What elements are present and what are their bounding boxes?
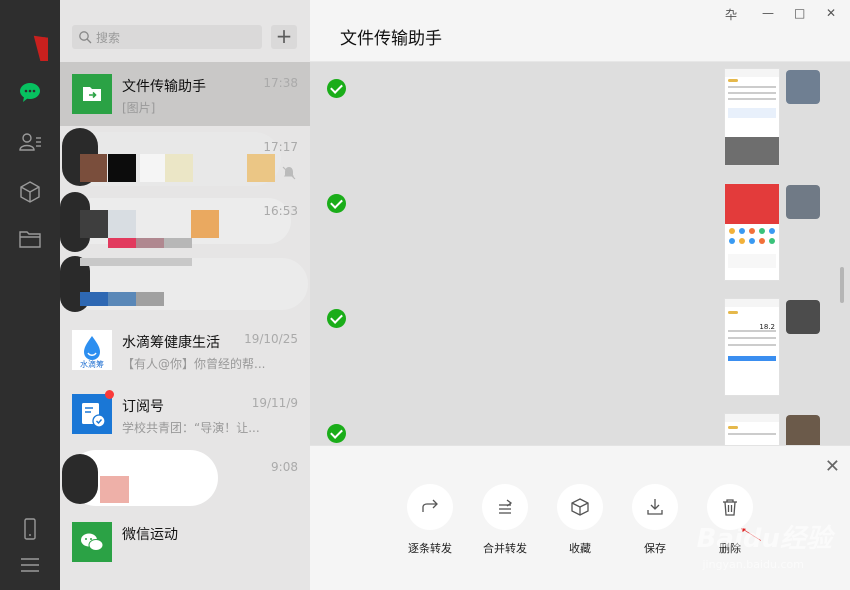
avatar[interactable] xyxy=(786,415,820,445)
chat-time: 19/10/25 xyxy=(244,332,298,346)
close-icon[interactable]: ✕ xyxy=(825,456,840,477)
avatar[interactable] xyxy=(12,25,48,61)
chat-name: 订阅号 xyxy=(122,399,164,415)
chat-name: 水滴筹健康生活 xyxy=(122,335,220,351)
search-placeholder: 搜索 xyxy=(96,31,121,45)
menu-icon[interactable] xyxy=(18,553,42,577)
search-icon xyxy=(79,31,92,44)
phone-icon[interactable] xyxy=(18,517,42,541)
avatar[interactable] xyxy=(786,70,820,104)
message-row[interactable] xyxy=(310,64,850,179)
chat-name: 文件传输助手 xyxy=(122,79,206,95)
favorite-label: 收藏 xyxy=(569,542,591,555)
selected-check-icon[interactable] xyxy=(327,309,346,328)
mute-icon xyxy=(282,166,296,180)
message-row[interactable]: 18.2 xyxy=(310,294,850,409)
search-input[interactable]: 搜索 xyxy=(72,25,262,49)
forward-one-icon xyxy=(407,484,453,530)
chat-preview: 【有人@你】你曾经的帮... xyxy=(122,357,266,371)
chat-item-blurred[interactable]: 17:17 xyxy=(60,126,310,190)
shuidichou-logo: 水滴筹 xyxy=(72,330,112,370)
watermark-brand: Baidu经验 xyxy=(696,524,832,554)
selected-check-icon[interactable] xyxy=(327,424,346,443)
chat-time: 16:53 xyxy=(263,204,298,218)
image-message[interactable] xyxy=(724,413,780,445)
chat-item-subscription[interactable]: 订阅号 19/11/9 学校共青团：“导演！让... xyxy=(60,382,310,446)
watermark-url: jingyan.baidu.com xyxy=(702,558,804,571)
unread-dot xyxy=(105,390,114,399)
avatar[interactable] xyxy=(786,300,820,334)
maximize-button[interactable]: □ xyxy=(794,6,805,20)
chat-preview: 学校共青团：“导演！让... xyxy=(122,421,260,435)
chat-header: 文件传输助手 卆 — □ ✕ xyxy=(310,0,850,62)
forward-one-by-one-button[interactable]: 逐条转发 xyxy=(400,484,460,556)
save-button[interactable]: 保存 xyxy=(625,484,685,556)
box-icon[interactable] xyxy=(18,180,42,204)
left-nav xyxy=(0,0,60,590)
chat-item-file-transfer[interactable]: 文件传输助手 17:38 [图片] xyxy=(60,62,310,126)
add-chat-button[interactable]: + xyxy=(271,25,297,49)
chat-name: 微信运动 xyxy=(122,527,178,543)
message-row[interactable] xyxy=(310,179,850,294)
page-title: 文件传输助手 xyxy=(340,29,442,49)
avatar[interactable] xyxy=(786,185,820,219)
scrollbar[interactable] xyxy=(840,267,844,303)
forward-merge-icon xyxy=(482,484,528,530)
favorite-button[interactable]: 收藏 xyxy=(550,484,610,556)
selected-check-icon[interactable] xyxy=(327,194,346,213)
chat-time: 17:17 xyxy=(263,140,298,154)
chat-item-blurred[interactable] xyxy=(60,254,310,318)
image-message[interactable]: 18.2 xyxy=(724,298,780,396)
chat-preview: [图片] xyxy=(122,101,156,115)
image-message[interactable] xyxy=(724,68,780,166)
contacts-icon[interactable] xyxy=(18,130,42,154)
chat-item-blurred[interactable]: 16:53 xyxy=(60,190,310,254)
save-icon xyxy=(632,484,678,530)
favorite-icon xyxy=(557,484,603,530)
shuidichou-logo-text: 水滴筹 xyxy=(80,360,104,369)
chat-time: 9:08 xyxy=(271,460,298,474)
chat-item-shuidichou[interactable]: 水滴筹 水滴筹健康生活 19/10/25 【有人@你】你曾经的帮... xyxy=(60,318,310,382)
chat-time: 17:38 xyxy=(263,76,298,90)
amount-value: 18.2 xyxy=(759,323,775,331)
folder-icon[interactable] xyxy=(18,227,42,251)
file-transfer-icon xyxy=(72,74,112,114)
message-list: 18.2 xyxy=(310,62,850,445)
merge-forward-button[interactable]: 合并转发 xyxy=(475,484,535,556)
save-label: 保存 xyxy=(644,542,666,555)
wechat-sport-icon xyxy=(72,522,112,562)
chat-time: 19/11/9 xyxy=(251,396,298,410)
chat-list-panel: 搜索 + 文件传输助手 17:38 [图片] 17:17 16:53 水滴筹 水… xyxy=(60,0,310,590)
merge-forward-label: 合并转发 xyxy=(483,542,527,555)
selected-check-icon[interactable] xyxy=(327,79,346,98)
pin-icon[interactable]: 卆 xyxy=(725,6,737,23)
minimize-button[interactable]: — xyxy=(762,6,774,20)
chat-item-blurred[interactable]: 9:08 xyxy=(60,446,310,510)
forward-one-by-one-label: 逐条转发 xyxy=(408,542,452,555)
chat-item-wechat-sport[interactable]: 微信运动 xyxy=(60,510,310,574)
message-row[interactable] xyxy=(310,409,850,445)
image-message[interactable] xyxy=(724,183,780,281)
close-button[interactable]: ✕ xyxy=(826,6,836,20)
chat-icon[interactable] xyxy=(18,80,42,104)
subscription-icon xyxy=(72,394,112,434)
